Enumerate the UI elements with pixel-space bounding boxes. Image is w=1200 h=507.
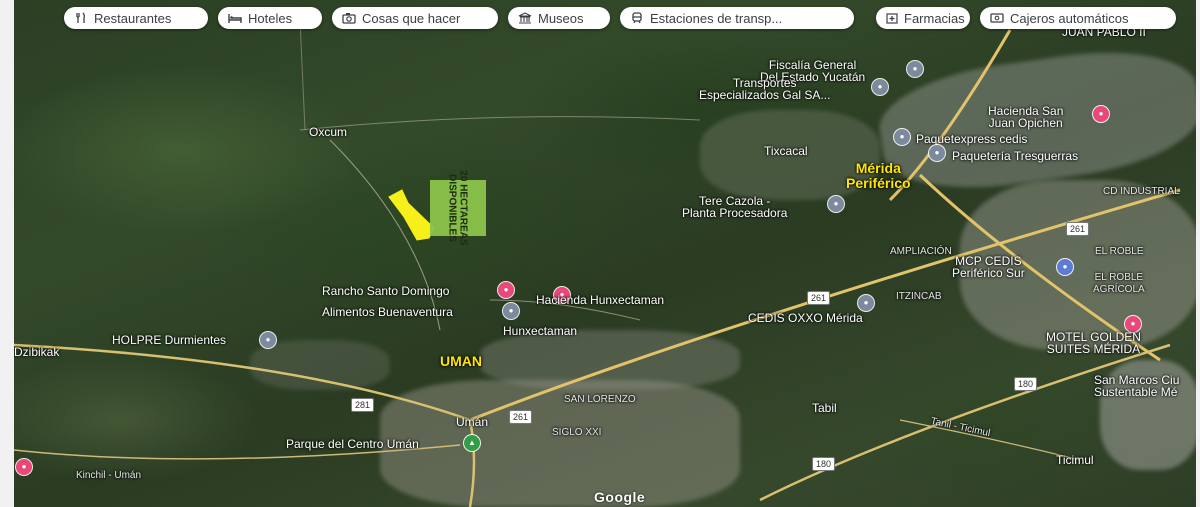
label-holpre: HOLPRE Durmientes [112,333,227,347]
pharmacy-icon [886,11,898,25]
route-shield: 261 [509,410,533,424]
place-pin-icon[interactable]: ● [929,145,945,161]
right-border [1196,0,1200,507]
chip-label: Farmacias [904,10,965,26]
route-shield: 180 [812,457,836,471]
route-shield: 281 [351,398,375,412]
chip-label: Museos [538,10,584,26]
place-pin-icon[interactable]: ● [260,332,276,348]
label-dzibikak: Dzibikak [14,345,60,359]
minor-road-vertical [299,19,306,131]
sign-text: 20 HECTAREAS DISPONIBLES [447,170,470,246]
place-pin-icon[interactable]: ● [907,61,923,77]
label-motel-golden: MOTEL GOLDEN SUITES MÉRIDA [1046,330,1141,356]
label-mcp-cedis: MCP CEDIS Periférico Sur [952,254,1025,280]
route-shield: 261 [1066,222,1090,236]
label-san-lorenzo: SAN LORENZO [564,394,636,405]
hotel-pin-icon[interactable]: ● [1093,106,1109,122]
atm-icon [990,11,1004,25]
label-alimentos: Alimentos Buenaventura [322,305,453,319]
label-itzincab: ITZINCAB [896,291,942,302]
label-tresguerras: Paquetería Tresguerras [952,149,1079,163]
place-pin-icon[interactable]: ● [828,196,844,212]
place-pin-icon[interactable]: ● [894,129,910,145]
chip-things-to-do[interactable]: Cosas que hacer [332,7,498,29]
store-pin-icon[interactable]: ● [1057,259,1073,275]
chip-label: Restaurantes [94,10,172,26]
label-ticimul: Ticimul [1056,453,1094,467]
label-parque-centro: Parque del Centro Umán [286,437,419,451]
available-hectares-sign: 20 HECTAREAS DISPONIBLES [430,170,486,246]
label-tixcacal: Tixcacal [764,144,808,158]
minor-road-north [299,116,701,131]
label-tabil: Tabil [812,401,837,415]
left-border [0,0,14,507]
museum-icon [518,11,532,25]
chip-label: Cosas que hacer [362,10,461,26]
chip-restaurants[interactable]: Restaurantes [64,7,208,29]
park-pin-icon[interactable]: ▲ [464,435,480,451]
place-pin-icon[interactable]: ● [858,295,874,311]
route-shield: 180 [1014,377,1038,391]
google-logo: Google [594,489,646,505]
label-oxcum: Oxcum [309,125,348,139]
hotel-icon [228,11,242,25]
label-hacienda-hunxectaman: Hacienda Hunxectaman [536,293,665,307]
camera-icon [342,11,356,25]
label-uman-town: Umán [456,415,489,429]
highway-281 [13,343,471,422]
chip-museums[interactable]: Museos [508,7,610,29]
label-industrial: CD INDUSTRIAL [1103,186,1180,197]
chip-label: Estaciones de transp... [650,10,783,26]
category-chip-bar: Restaurantes Hoteles Cosas que hacer Mus… [0,0,1200,36]
chip-atms[interactable]: Cajeros automáticos [980,7,1176,29]
annotation-uman: UMAN [440,353,482,369]
annotation-merida-periferico: Mérida Periférico [846,160,911,191]
label-paquetexpress: Paquetexpress cedis [916,132,1028,146]
label-el-roble: EL ROBLE [1095,246,1144,257]
hotel-pin-icon[interactable]: ● [498,282,514,298]
chip-label: Hoteles [248,10,293,26]
label-el-roble-agricola: EL ROBLE AGRÍCOLA [1093,272,1145,295]
road-south-uman [468,419,476,507]
hotel-pin-icon[interactable]: ● [16,459,32,475]
label-kinchil: Kinchil - Umán [76,470,142,481]
transit-icon [630,11,644,25]
label-transportes: Transportes Especializados Gal SA... [699,76,831,102]
route-shield: 261 [807,291,831,305]
label-hacienda-san-juan: Hacienda San Juan Opichen [988,104,1064,130]
label-rancho: Rancho Santo Domingo [322,284,450,298]
chip-transit[interactable]: Estaciones de transp... [620,7,854,29]
satellite-map[interactable]: JUAN PABLO II Fiscalía General Del Estad… [0,0,1200,507]
label-hunxectaman: Hunxectaman [503,324,578,338]
label-san-marcos: San Marcos Ciu Sustentable Mé [1094,373,1180,399]
label-ampliacion: AMPLIACIÓN [890,246,952,257]
road-tanil [899,419,1081,461]
highlighted-parcel [388,189,435,241]
label-cedis-oxxo: CEDIS OXXO Mérida [748,311,863,325]
restaurant-icon [74,11,88,25]
label-tere-cazola: Tere Cazola - Planta Procesadora [682,194,788,220]
place-pin-icon[interactable]: ● [503,303,519,319]
chip-pharmacies[interactable]: Farmacias [876,7,970,29]
chip-label: Cajeros automáticos [1010,10,1129,26]
chip-hotels[interactable]: Hoteles [218,7,322,29]
place-pin-icon[interactable]: ● [872,79,888,95]
label-siglo-xxi: SIGLO XXI [552,427,602,438]
